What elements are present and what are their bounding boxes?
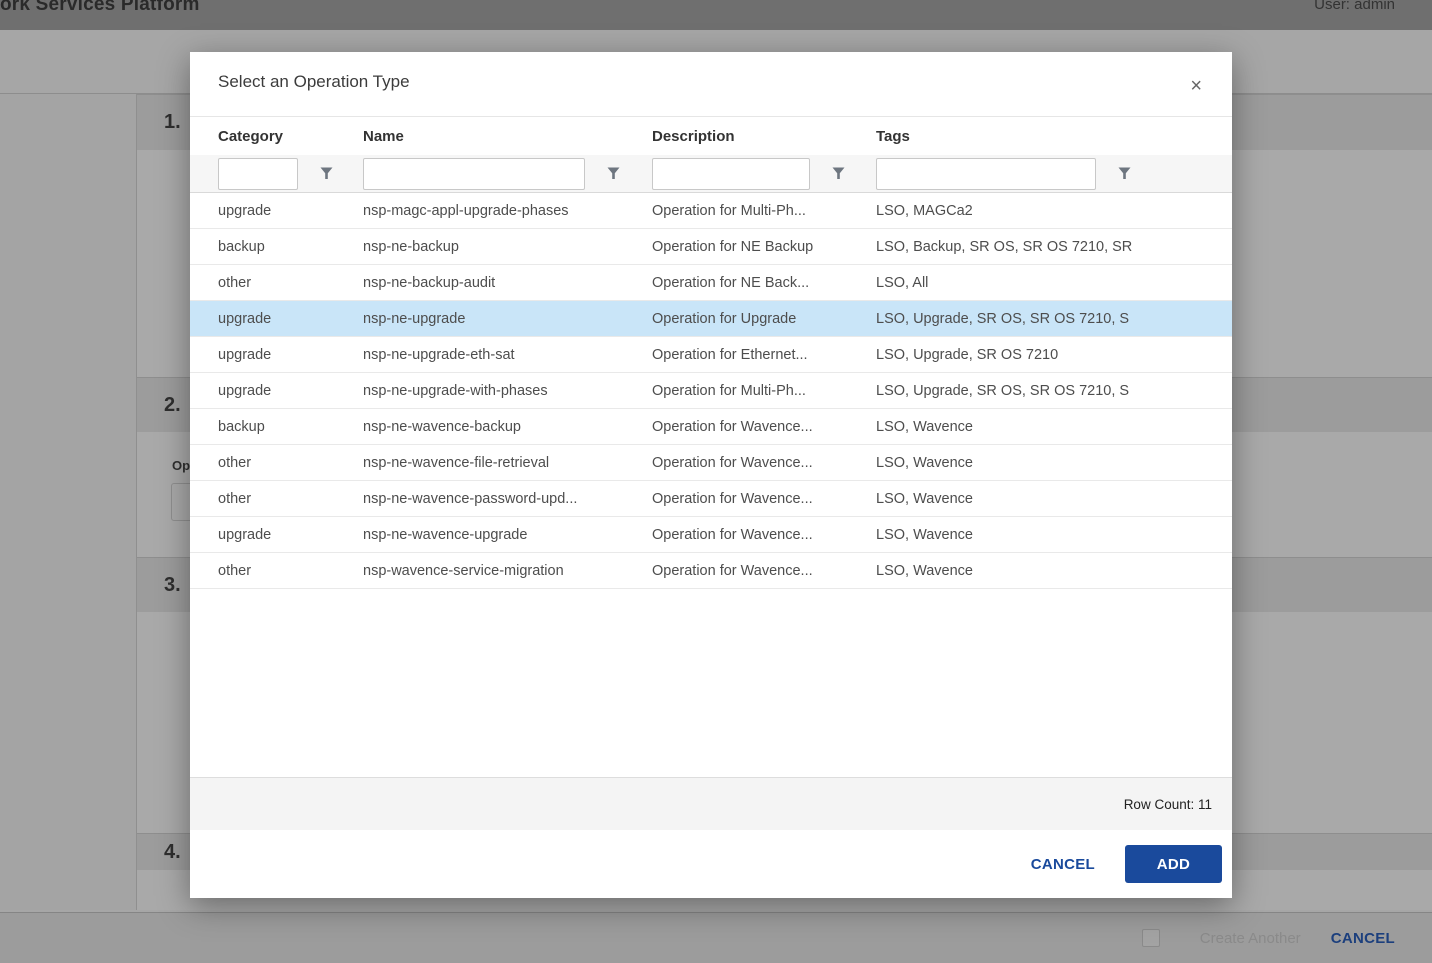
- cell-name: nsp-wavence-service-migration: [363, 563, 652, 579]
- cell-tags: LSO, Upgrade, SR OS, SR OS 7210, S: [876, 383, 1232, 399]
- cell-tags: LSO, Wavence: [876, 563, 1232, 579]
- category-filter-input[interactable]: [218, 158, 298, 190]
- cell-name: nsp-ne-wavence-upgrade: [363, 527, 652, 543]
- column-header-category[interactable]: Category: [218, 128, 363, 145]
- cell-tags: LSO, Wavence: [876, 419, 1232, 435]
- cell-description: Operation for Upgrade: [652, 311, 876, 327]
- table-row-selected[interactable]: upgrade nsp-ne-upgrade Operation for Upg…: [190, 301, 1232, 337]
- page-cancel-button[interactable]: CANCEL: [1331, 930, 1395, 947]
- top-navigation-bar: ork Services Platform User: admin: [0, 0, 1432, 30]
- table-header-row: Category Name Description Tags: [190, 116, 1232, 155]
- cell-name: nsp-ne-wavence-password-upd...: [363, 491, 652, 507]
- filter-funnel-icon[interactable]: [832, 167, 845, 180]
- cell-name: nsp-ne-backup-audit: [363, 275, 652, 291]
- cell-category: upgrade: [218, 347, 363, 363]
- table-row[interactable]: upgrade nsp-ne-upgrade-with-phases Opera…: [190, 373, 1232, 409]
- name-filter-input[interactable]: [363, 158, 585, 190]
- dialog-title: Select an Operation Type: [218, 72, 410, 92]
- cell-name: nsp-ne-upgrade: [363, 311, 652, 327]
- cell-name: nsp-ne-upgrade-eth-sat: [363, 347, 652, 363]
- dialog-footer: CANCEL ADD: [190, 830, 1232, 898]
- cell-description: Operation for Multi-Ph...: [652, 203, 876, 219]
- cell-name: nsp-ne-wavence-file-retrieval: [363, 455, 652, 471]
- column-header-name[interactable]: Name: [363, 128, 652, 145]
- table-row[interactable]: backup nsp-ne-wavence-backup Operation f…: [190, 409, 1232, 445]
- cell-description: Operation for Wavence...: [652, 527, 876, 543]
- cell-description: Operation for Ethernet...: [652, 347, 876, 363]
- cell-tags: LSO, Upgrade, SR OS 7210: [876, 347, 1232, 363]
- create-another-label: Create Another: [1200, 930, 1301, 947]
- cell-tags: LSO, Backup, SR OS, SR OS 7210, SR: [876, 239, 1232, 255]
- cell-category: upgrade: [218, 311, 363, 327]
- tags-filter-input[interactable]: [876, 158, 1096, 190]
- table-row[interactable]: other nsp-wavence-service-migration Oper…: [190, 553, 1232, 589]
- filter-funnel-icon[interactable]: [607, 167, 620, 180]
- app-title: ork Services Platform: [0, 0, 200, 16]
- close-icon[interactable]: ×: [1190, 76, 1202, 96]
- column-header-description[interactable]: Description: [652, 128, 876, 145]
- filter-funnel-icon[interactable]: [320, 167, 333, 180]
- cell-category: other: [218, 563, 363, 579]
- table-row[interactable]: other nsp-ne-backup-audit Operation for …: [190, 265, 1232, 301]
- cell-description: Operation for NE Backup: [652, 239, 876, 255]
- cell-category: other: [218, 275, 363, 291]
- table-row[interactable]: upgrade nsp-ne-wavence-upgrade Operation…: [190, 517, 1232, 553]
- cell-category: other: [218, 455, 363, 471]
- cell-category: upgrade: [218, 527, 363, 543]
- cell-name: nsp-ne-upgrade-with-phases: [363, 383, 652, 399]
- operation-type-table: upgrade nsp-magc-appl-upgrade-phases Ope…: [190, 193, 1232, 589]
- step-number: 4.: [164, 841, 181, 864]
- step-number: 3.: [164, 574, 181, 597]
- operation-field-label: Op: [172, 458, 190, 473]
- column-header-tags[interactable]: Tags: [876, 128, 1232, 145]
- table-filter-row: [190, 155, 1232, 193]
- table-row[interactable]: upgrade nsp-magc-appl-upgrade-phases Ope…: [190, 193, 1232, 229]
- cell-description: Operation for Multi-Ph...: [652, 383, 876, 399]
- user-label: User: admin: [1314, 0, 1395, 13]
- table-row[interactable]: upgrade nsp-ne-upgrade-eth-sat Operation…: [190, 337, 1232, 373]
- cell-category: upgrade: [218, 383, 363, 399]
- cell-name: nsp-ne-backup: [363, 239, 652, 255]
- row-count-bar: Row Count: 11: [190, 777, 1232, 830]
- cell-name: nsp-ne-wavence-backup: [363, 419, 652, 435]
- cell-tags: LSO, Wavence: [876, 491, 1232, 507]
- select-operation-type-dialog: Select an Operation Type × Category Name…: [190, 52, 1232, 898]
- cell-name: nsp-magc-appl-upgrade-phases: [363, 203, 652, 219]
- filter-funnel-icon[interactable]: [1118, 167, 1131, 180]
- cell-description: Operation for Wavence...: [652, 563, 876, 579]
- step-number: 2.: [164, 394, 181, 417]
- cell-tags: LSO, Wavence: [876, 455, 1232, 471]
- cancel-button[interactable]: CANCEL: [1031, 856, 1095, 873]
- cell-category: upgrade: [218, 203, 363, 219]
- cell-tags: LSO, Wavence: [876, 527, 1232, 543]
- step-number: 1.: [164, 111, 181, 134]
- page-footer-bar: Create Another CANCEL: [0, 912, 1432, 963]
- description-filter-input[interactable]: [652, 158, 810, 190]
- cell-category: other: [218, 491, 363, 507]
- cell-description: Operation for NE Back...: [652, 275, 876, 291]
- cell-description: Operation for Wavence...: [652, 455, 876, 471]
- add-button[interactable]: ADD: [1125, 845, 1222, 883]
- cell-category: backup: [218, 419, 363, 435]
- cell-tags: LSO, Upgrade, SR OS, SR OS 7210, S: [876, 311, 1232, 327]
- table-row[interactable]: other nsp-ne-wavence-file-retrieval Oper…: [190, 445, 1232, 481]
- create-another-checkbox[interactable]: [1142, 929, 1160, 947]
- row-count-label: Row Count: 11: [1124, 797, 1212, 812]
- cell-tags: LSO, All: [876, 275, 1232, 291]
- left-margin-strip: [0, 94, 137, 910]
- cell-tags: LSO, MAGCa2: [876, 203, 1232, 219]
- table-row[interactable]: backup nsp-ne-backup Operation for NE Ba…: [190, 229, 1232, 265]
- cell-description: Operation for Wavence...: [652, 491, 876, 507]
- cell-description: Operation for Wavence...: [652, 419, 876, 435]
- table-row[interactable]: other nsp-ne-wavence-password-upd... Ope…: [190, 481, 1232, 517]
- cell-category: backup: [218, 239, 363, 255]
